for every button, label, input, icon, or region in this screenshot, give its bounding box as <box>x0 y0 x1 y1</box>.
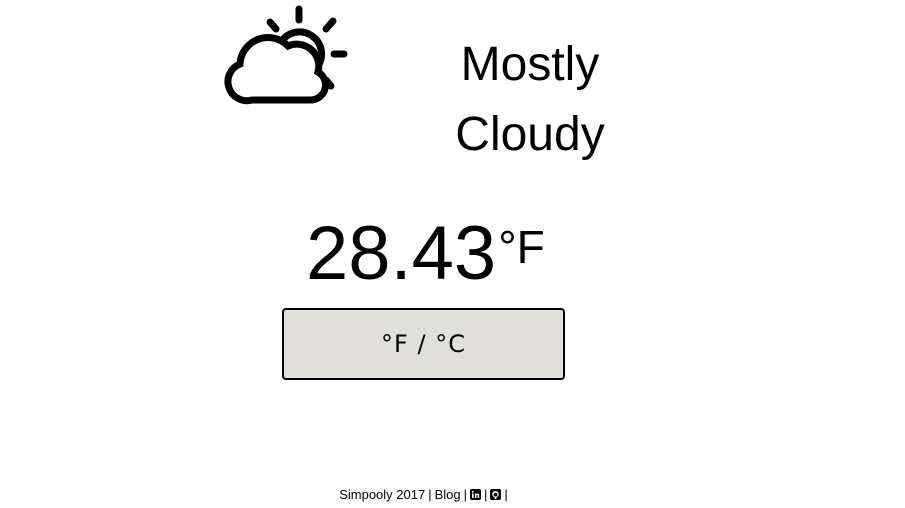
weather-app: Mostly Cloudy 28.43°F °F / °C Simpooly 2… <box>0 0 905 508</box>
footer-separator: | <box>428 487 432 502</box>
unit-toggle-button[interactable]: °F / °C <box>282 308 565 380</box>
partly-cloudy-icon <box>224 5 348 105</box>
condition-line-2: Cloudy <box>455 108 605 161</box>
footer-separator: | <box>504 487 508 502</box>
footer: Simpooly 2017 | Blog | | | <box>0 487 850 503</box>
footer-credit: Simpooly 2017 <box>339 487 426 502</box>
condition-line-1: Mostly <box>460 38 600 91</box>
temperature-value: 28.43 <box>306 211 497 296</box>
footer-separator: | <box>463 487 468 502</box>
github-icon[interactable] <box>490 489 502 500</box>
blog-link[interactable]: Blog <box>435 487 461 502</box>
weather-condition: Mostly Cloudy <box>420 30 640 170</box>
temperature-unit: °F <box>498 221 545 273</box>
linkedin-icon[interactable] <box>470 489 482 500</box>
footer-separator: | <box>484 487 488 502</box>
temperature-display: 28.43°F <box>306 212 545 296</box>
